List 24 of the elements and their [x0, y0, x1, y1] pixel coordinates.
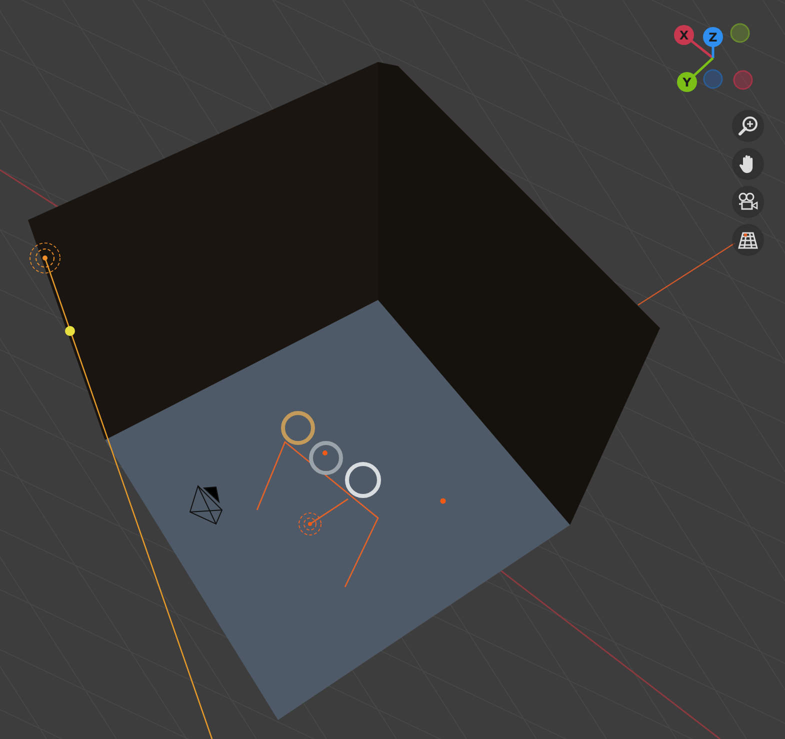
ring	[281, 411, 315, 445]
movie-camera-icon	[737, 191, 759, 213]
camera-wireframe-icon	[189, 485, 223, 525]
origin-dot	[322, 450, 328, 456]
axis-label: X	[679, 28, 689, 42]
axis-handle[interactable]	[703, 27, 723, 47]
ring	[309, 441, 343, 475]
camera-view-button[interactable]	[732, 186, 764, 218]
zoom-icon	[737, 115, 759, 137]
ring	[345, 462, 381, 498]
axis-label: Z	[708, 30, 718, 44]
pan-button[interactable]	[732, 148, 764, 180]
sun-light-icon	[30, 242, 60, 274]
origin-dot	[440, 498, 446, 504]
axis-label: Y	[682, 76, 692, 90]
axis-handle[interactable]	[703, 69, 723, 89]
point-light-icon	[298, 512, 322, 536]
light-handle[interactable]	[65, 326, 75, 336]
perspective-toggle-button[interactable]	[732, 224, 764, 256]
axis-handle[interactable]	[733, 70, 753, 90]
axis-handle[interactable]	[677, 72, 697, 92]
zoom-button[interactable]	[732, 110, 764, 142]
axis-handle[interactable]	[674, 25, 694, 45]
axis-handle[interactable]	[730, 23, 750, 43]
